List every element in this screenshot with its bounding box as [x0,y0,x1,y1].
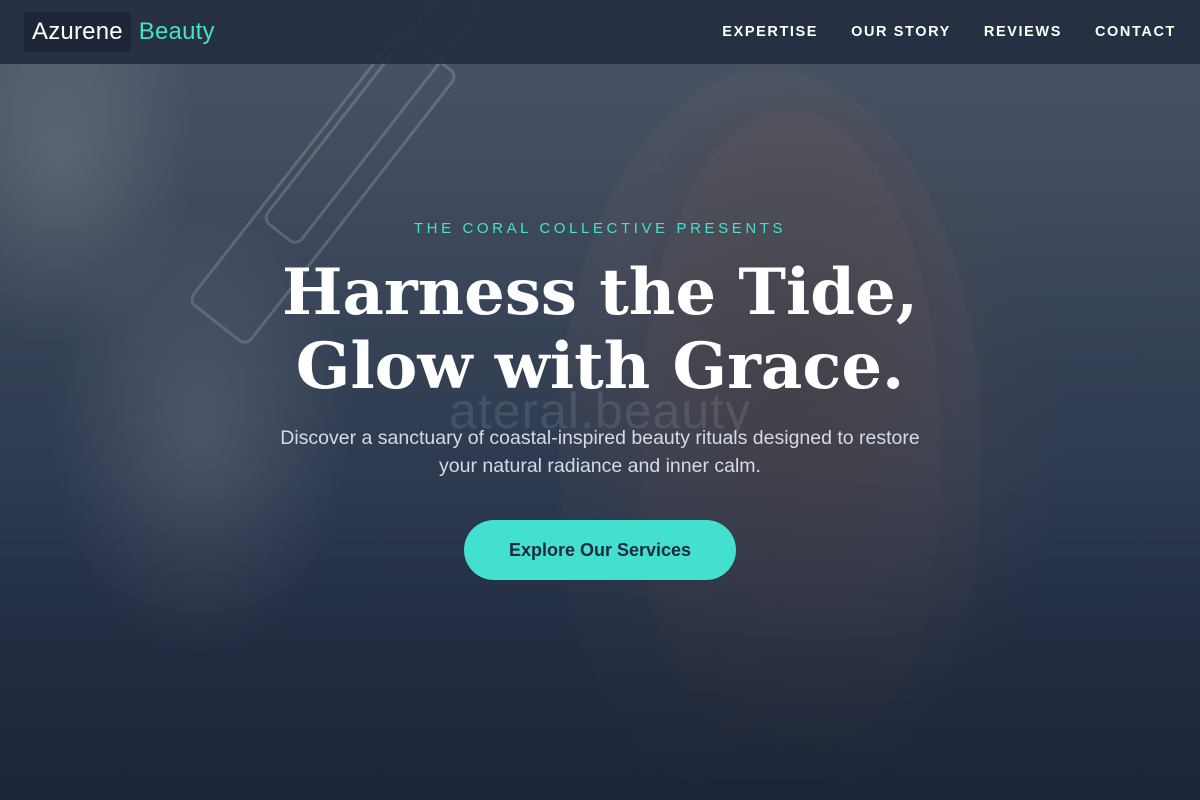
brand-logo[interactable]: Azurene Beauty [24,12,215,52]
main-nav: EXPERTISE OUR STORY REVIEWS CONTACT [722,24,1176,40]
logo-text-accent: Beauty [138,18,215,45]
nav-link-expertise[interactable]: EXPERTISE [722,24,818,40]
explore-services-button[interactable]: Explore Our Services [464,520,736,580]
nav-link-our-story[interactable]: OUR STORY [851,24,951,40]
nav-link-contact[interactable]: CONTACT [1095,24,1176,40]
nav-link-reviews[interactable]: REVIEWS [984,24,1062,40]
site-header: Azurene Beauty EXPERTISE OUR STORY REVIE… [0,0,1200,64]
hero-eyebrow: THE CORAL COLLECTIVE PRESENTS [413,220,787,237]
hero-section: THE CORAL COLLECTIVE PRESENTS Harness th… [0,0,1200,800]
logo-text-primary: Azurene [24,12,131,52]
hero-headline-line-1: Harness the Tide, [281,255,919,330]
hero-subtitle: Discover a sanctuary of coastal-inspired… [280,427,920,477]
landing-page: Azurene Beauty EXPERTISE OUR STORY REVIE… [0,0,1200,800]
